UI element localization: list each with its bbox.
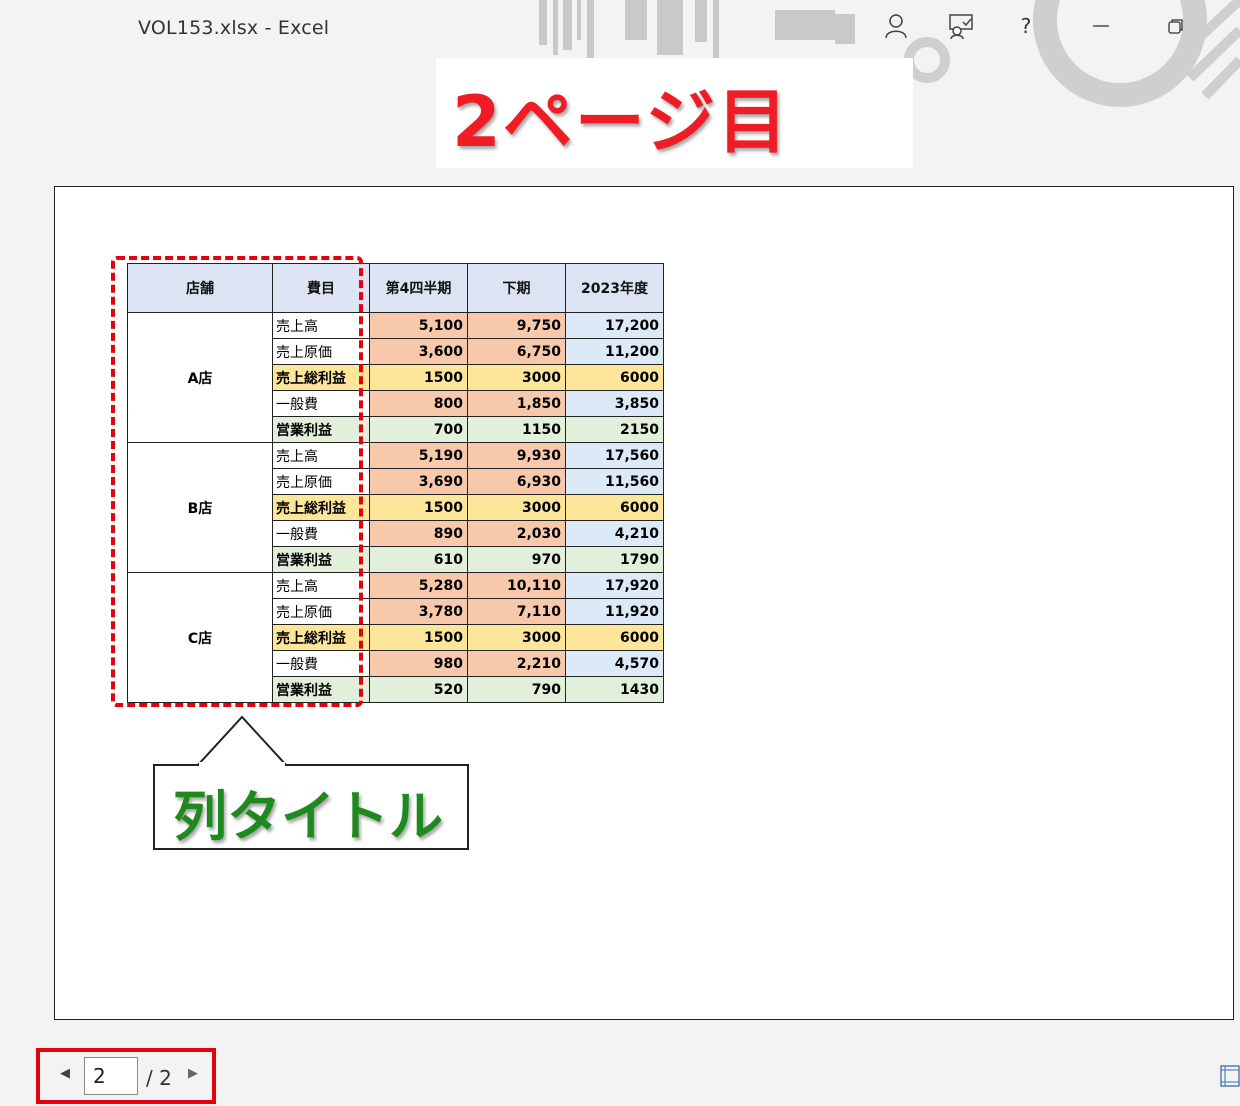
q4-value-cell[interactable]: 610 [369,546,468,573]
item-cell[interactable]: 売上原価 [272,598,370,625]
column-title-callout: 列タイトル [153,764,469,850]
fy-value-cell[interactable]: 1790 [565,546,664,573]
header-h2: 下期 [467,263,566,313]
q4-value-cell[interactable]: 3,600 [369,338,468,365]
item-cell[interactable]: 売上総利益 [272,624,370,651]
header-store: 店舗 [127,263,273,313]
fy-value-cell[interactable]: 6000 [565,624,664,651]
table-header-row: 店舗 費目 第4四半期 下期 2023年度 [127,263,664,313]
header-fy: 2023年度 [565,263,664,313]
table-row: C店 売上高 5,280 10,110 17,920 [127,572,664,703]
h2-value-cell[interactable]: 9,750 [467,312,566,339]
callout-tail-join [199,762,285,768]
q4-value-cell[interactable]: 5,100 [369,312,468,339]
fy-value-cell[interactable]: 4,570 [565,650,664,677]
h2-value-cell[interactable]: 2,030 [467,520,566,547]
minimize-icon[interactable] [1085,8,1117,44]
fy-value-cell[interactable]: 4,210 [565,520,664,547]
h2-value-cell[interactable]: 970 [467,546,566,573]
next-page-icon[interactable]: ▶ [188,1066,198,1081]
q4-value-cell[interactable]: 5,190 [369,442,468,469]
h2-value-cell[interactable]: 3000 [467,364,566,391]
item-cell[interactable]: 営業利益 [272,676,370,703]
h2-value-cell[interactable]: 1150 [467,416,566,443]
fy-value-cell[interactable]: 17,920 [565,572,664,599]
comments-icon[interactable] [945,8,977,44]
q4-value-cell[interactable]: 1500 [369,494,468,521]
q4-value-cell[interactable]: 520 [369,676,468,703]
fy-value-cell[interactable]: 17,560 [565,442,664,469]
print-preview-page: 店舗 費目 第4四半期 下期 2023年度 A店 売上高 5,100 9,750 17,… [54,186,1234,1020]
callout-text: 列タイトル [173,785,443,848]
h2-value-cell[interactable]: 6,930 [467,468,566,495]
current-page-input[interactable]: 2 [84,1057,138,1095]
fy-value-cell[interactable]: 2150 [565,416,664,443]
h2-value-cell[interactable]: 3000 [467,624,566,651]
total-pages: / 2 [146,1066,172,1090]
q4-value-cell[interactable]: 1500 [369,624,468,651]
title-bar: VOL153.xlsx - Excel ? [0,0,1240,107]
item-cell[interactable]: 売上原価 [272,468,370,495]
q4-value-cell[interactable]: 1500 [369,364,468,391]
fy-value-cell[interactable]: 1430 [565,676,664,703]
header-q4: 第4四半期 [369,263,468,313]
store-name-cell[interactable]: B店 [127,442,273,573]
q4-value-cell[interactable]: 5,280 [369,572,468,599]
q4-value-cell[interactable]: 890 [369,520,468,547]
item-cell[interactable]: 売上総利益 [272,364,370,391]
item-cell[interactable]: 売上高 [272,442,370,469]
store-name-cell[interactable]: C店 [127,572,273,703]
fy-value-cell[interactable]: 11,200 [565,338,664,365]
item-cell[interactable]: 売上総利益 [272,494,370,521]
item-cell[interactable]: 売上高 [272,312,370,339]
q4-value-cell[interactable]: 800 [369,390,468,417]
page-number-banner: 2ページ目 [436,58,913,168]
h2-value-cell[interactable]: 9,930 [467,442,566,469]
fy-value-cell[interactable]: 6000 [565,494,664,521]
item-cell[interactable]: 一般費 [272,650,370,677]
fy-value-cell[interactable]: 6000 [565,364,664,391]
restore-icon[interactable] [1160,8,1192,44]
window-title: VOL153.xlsx - Excel [138,17,330,39]
table-row: B店 売上高 5,190 9,930 17,560 [127,442,664,573]
show-margins-icon[interactable] [1220,1064,1240,1088]
help-icon[interactable]: ? [1010,8,1042,44]
item-cell[interactable]: 売上高 [272,572,370,599]
account-icon[interactable] [880,8,912,44]
h2-value-cell[interactable]: 1,850 [467,390,566,417]
h2-value-cell[interactable]: 790 [467,676,566,703]
item-cell[interactable]: 売上原価 [272,338,370,365]
store-name-cell[interactable]: A店 [127,312,273,443]
item-cell[interactable]: 一般費 [272,520,370,547]
item-cell[interactable]: 営業利益 [272,416,370,443]
item-cell[interactable]: 一般費 [272,390,370,417]
callout-pointer [197,715,287,767]
preview-table: 店舗 費目 第4四半期 下期 2023年度 A店 売上高 5,100 9,750 17,… [127,263,664,703]
h2-value-cell[interactable]: 6,750 [467,338,566,365]
fy-value-cell[interactable]: 11,920 [565,598,664,625]
h2-value-cell[interactable]: 7,110 [467,598,566,625]
table-body: A店 売上高 5,100 9,750 17,200 売上原価 3,600 6,750 11,20… [127,312,664,703]
prev-page-icon[interactable]: ◀ [60,1066,70,1081]
table-row: A店 売上高 5,100 9,750 17,200 [127,312,664,443]
q4-value-cell[interactable]: 3,690 [369,468,468,495]
fy-value-cell[interactable]: 17,200 [565,312,664,339]
q4-value-cell[interactable]: 3,780 [369,598,468,625]
banner-text: 2ページ目 [452,81,790,163]
q4-value-cell[interactable]: 700 [369,416,468,443]
h2-value-cell[interactable]: 3000 [467,494,566,521]
h2-value-cell[interactable]: 2,210 [467,650,566,677]
header-item: 費目 [272,263,370,313]
fy-value-cell[interactable]: 11,560 [565,468,664,495]
h2-value-cell[interactable]: 10,110 [467,572,566,599]
fy-value-cell[interactable]: 3,850 [565,390,664,417]
q4-value-cell[interactable]: 980 [369,650,468,677]
item-cell[interactable]: 営業利益 [272,546,370,573]
